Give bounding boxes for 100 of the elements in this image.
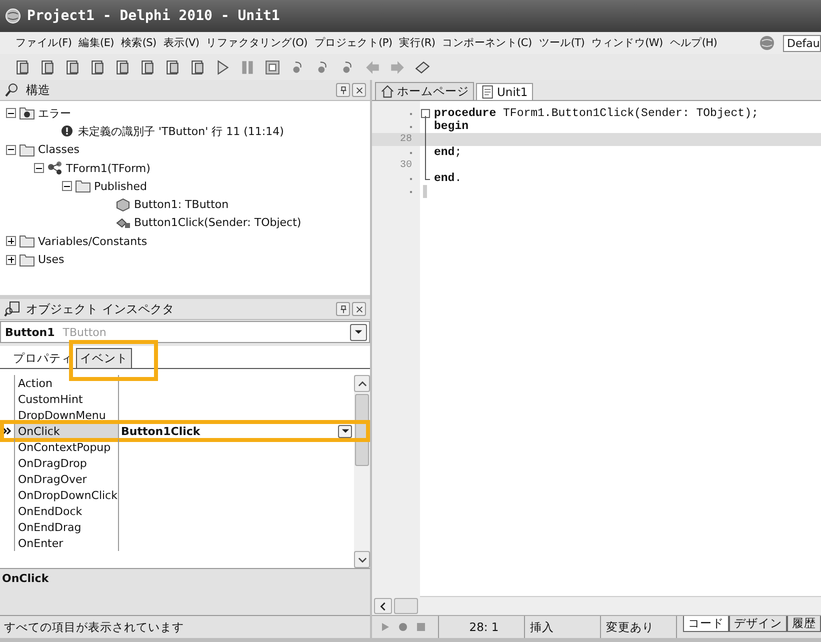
close-button[interactable]	[352, 83, 366, 97]
document-icon[interactable]	[139, 58, 156, 76]
cursor-position: 28: 1	[438, 616, 524, 638]
view-tab[interactable]: 履歴	[787, 616, 821, 632]
class-icon	[47, 161, 63, 176]
current-row-icon	[2, 427, 12, 435]
tree-toggle[interactable]	[6, 108, 16, 118]
code-line: end.	[433, 172, 462, 185]
tree-item[interactable]: Published	[94, 180, 147, 193]
tree-toggle[interactable]	[6, 254, 16, 265]
property-name[interactable]: OnContextPopup	[14, 439, 119, 455]
menu-item[interactable]: ヘルプ(H)	[666, 36, 721, 50]
menu-item[interactable]: ツール(T)	[535, 36, 588, 50]
folder-icon	[75, 179, 91, 194]
dropdown-button[interactable]	[338, 424, 352, 438]
code-line: procedure TForm1.Button1Click(Sender: TObject);	[433, 107, 758, 120]
tree-item[interactable]: TForm1(TForm)	[66, 162, 150, 175]
dropdown-button[interactable]	[350, 324, 367, 340]
property-name[interactable]: OnEndDock	[14, 503, 119, 519]
property-name[interactable]: Action	[14, 375, 119, 391]
document-icon[interactable]	[89, 58, 106, 76]
code-line: end;	[433, 146, 462, 159]
window-title: Project1 - Delphi 2010 - Unit1	[27, 8, 280, 24]
description-text: OnClick	[2, 572, 49, 585]
menu-item[interactable]: ファイル(F)	[12, 36, 76, 50]
property-name[interactable]: OnDragOver	[14, 471, 119, 487]
tree-toggle[interactable]	[62, 181, 72, 192]
tree-toggle[interactable]	[6, 144, 16, 155]
document-icon[interactable]	[114, 58, 131, 76]
tree-item[interactable]: Button1: TButton	[134, 198, 229, 212]
line-number: 28	[400, 134, 412, 145]
tree-item[interactable]: Variables/Constants	[38, 234, 148, 248]
menu-item[interactable]: 実行(R)	[396, 36, 439, 50]
property-name[interactable]: DropDownMenu	[14, 407, 119, 423]
property-name[interactable]: OnDragDrop	[14, 455, 119, 471]
horizontal-scrollbar[interactable]	[372, 596, 821, 615]
close-icon	[354, 304, 364, 314]
pin-button[interactable]	[336, 83, 350, 97]
tree-toggle[interactable]	[6, 236, 16, 246]
scroll-down-icon[interactable]	[358, 556, 366, 562]
folder-icon	[19, 234, 35, 248]
document-icon[interactable]	[39, 58, 56, 76]
close-icon	[354, 86, 364, 94]
code-line: begin	[433, 120, 469, 133]
menu-item[interactable]: ウィンドウ(W)	[588, 36, 666, 50]
pin-icon	[338, 86, 348, 94]
property-name[interactable]: OnEnter	[14, 535, 119, 551]
tree-item[interactable]: Button1Click(Sender: TObject)	[134, 216, 302, 230]
tree-item[interactable]: Uses	[38, 253, 64, 266]
panel-title: オブジェクト インスペクタ	[26, 300, 174, 318]
editor-tab[interactable]: Unit1	[476, 83, 533, 100]
status-text: すべての項目が表示されています	[4, 620, 184, 634]
property-name[interactable]: CustomHint	[14, 391, 119, 407]
menu-item[interactable]: リファクタリング(O)	[202, 36, 311, 50]
panel-title: 構造	[26, 82, 50, 98]
layout-combo[interactable]: Defau	[783, 34, 821, 52]
error-folder-icon	[19, 106, 35, 120]
menu-item[interactable]: コンポーネント(C)	[438, 36, 536, 50]
pin-button[interactable]	[336, 302, 350, 316]
line-number: 30	[400, 160, 412, 171]
scroll-left-icon[interactable]	[380, 602, 386, 610]
scroll-thumb[interactable]	[394, 598, 418, 614]
tree-toggle[interactable]	[34, 163, 44, 174]
folder-icon	[19, 252, 35, 267]
tab[interactable]: イベント	[76, 348, 132, 368]
modified-status: 変更あり	[600, 616, 676, 638]
menu-item[interactable]: プロジェクト(P)	[310, 36, 396, 50]
property-name[interactable]: OnEndDrag	[14, 519, 119, 535]
home-icon	[380, 84, 395, 99]
stop-icon[interactable]	[264, 58, 281, 76]
editor-tab[interactable]: ホームページ	[375, 82, 474, 100]
menu-item[interactable]: 表示(V)	[160, 36, 203, 50]
tree-item[interactable]: エラー	[38, 106, 71, 121]
menu-item[interactable]: 検索(S)	[117, 36, 160, 50]
document-icon[interactable]	[64, 58, 81, 76]
property-value[interactable]: Button1Click	[121, 424, 200, 438]
vertical-scrollbar[interactable]	[354, 375, 370, 568]
caret-icon	[354, 329, 363, 335]
error-icon	[59, 124, 75, 138]
close-button[interactable]	[352, 302, 366, 316]
caret-icon	[340, 428, 350, 434]
view-tab[interactable]: デザイン	[729, 616, 787, 632]
pin-icon	[338, 304, 348, 314]
scroll-up-icon[interactable]	[358, 380, 366, 386]
method-icon	[115, 216, 131, 230]
tree-item[interactable]: 未定義の識別子 'TButton' 行 11 (11:14)	[78, 124, 284, 139]
document-icon[interactable]	[14, 58, 31, 76]
object-selector[interactable]: Button1 TButton	[0, 321, 370, 343]
property-name[interactable]: OnDropDownClick	[14, 487, 119, 503]
document-icon[interactable]	[164, 58, 181, 76]
cube-icon	[115, 198, 131, 212]
globe-icon	[5, 8, 21, 24]
document-icon	[481, 85, 495, 99]
tree-item[interactable]: Classes	[38, 143, 80, 156]
document-icon[interactable]	[189, 58, 206, 76]
globe-icon[interactable]	[759, 35, 775, 51]
record-icon[interactable]	[398, 622, 408, 632]
menu-item[interactable]: 編集(E)	[75, 36, 118, 50]
view-tab[interactable]: コード	[683, 616, 729, 632]
folder-icon	[19, 142, 35, 157]
